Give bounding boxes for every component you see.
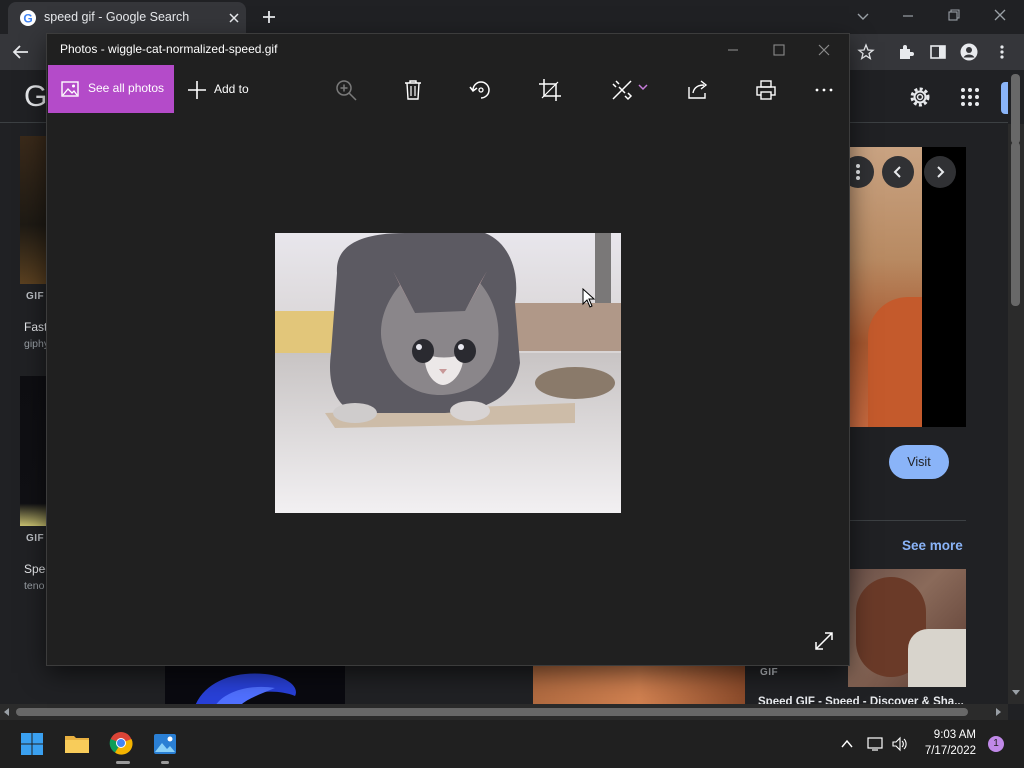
photos-window: Photos - wiggle-cat-normalized-speed.gif… — [47, 34, 849, 665]
horizontal-scroll-thumb[interactable] — [16, 708, 968, 716]
tray-chevron-up-icon[interactable] — [840, 737, 854, 751]
tab-search-icon[interactable] — [855, 8, 871, 24]
related-title[interactable]: Speed GIF - Speed - Discover & Sha... — [758, 696, 964, 704]
photos-maximize-icon[interactable] — [771, 42, 787, 58]
photos-window-title: Photos - wiggle-cat-normalized-speed.gif — [60, 42, 278, 56]
result-source: giphy — [24, 338, 50, 350]
photos-close-icon[interactable] — [816, 42, 832, 58]
clock-time[interactable]: 9:03 AM — [920, 729, 976, 741]
add-to-button[interactable]: Add to — [214, 82, 249, 96]
extensions-puzzle-icon[interactable] — [897, 43, 915, 61]
gif-badge: GIF — [26, 533, 45, 544]
edit-dropdown-chevron-icon[interactable] — [638, 82, 648, 92]
see-all-photos-label: See all photos — [88, 81, 165, 95]
photos-minimize-icon[interactable] — [725, 42, 741, 58]
clock-date[interactable]: 7/17/2022 — [912, 745, 976, 757]
gallery-icon — [61, 80, 79, 98]
visit-button[interactable]: Visit — [889, 445, 949, 479]
zoom-in-icon[interactable] — [334, 78, 358, 102]
result-thumbnail[interactable] — [20, 376, 47, 526]
svg-text:G: G — [23, 12, 32, 26]
settings-gear-icon[interactable] — [908, 85, 932, 109]
see-all-photos-button[interactable]: See all photos — [48, 65, 174, 113]
bookmark-star-icon[interactable] — [857, 43, 875, 61]
apps-grid-icon[interactable] — [960, 87, 980, 107]
new-tab-icon[interactable] — [260, 8, 278, 26]
fullscreen-expand-icon[interactable] — [813, 630, 835, 652]
horizontal-scrollbar[interactable] — [0, 704, 1008, 720]
chrome-icon[interactable] — [109, 731, 133, 755]
network-icon[interactable] — [866, 736, 884, 752]
side-panel-icon[interactable] — [929, 43, 947, 61]
result-thumbnail[interactable] — [165, 666, 345, 704]
preview-prev-icon[interactable] — [882, 156, 914, 188]
add-to-plus-icon[interactable] — [187, 80, 207, 100]
profile-avatar-icon[interactable] — [960, 43, 978, 61]
crop-icon[interactable] — [538, 78, 562, 102]
more-options-icon[interactable] — [812, 78, 836, 102]
result-source: teno — [24, 580, 45, 592]
notification-badge[interactable]: 1 — [988, 736, 1004, 752]
print-icon[interactable] — [754, 78, 778, 102]
vertical-scroll-thumb[interactable] — [1011, 142, 1020, 306]
gif-image[interactable] — [275, 233, 621, 513]
browser-close-icon[interactable] — [992, 7, 1008, 23]
tab-title: speed gif - Google Search — [44, 10, 190, 24]
mouse-cursor-icon — [582, 288, 596, 308]
scroll-right-arrow-icon[interactable] — [996, 708, 1001, 716]
gif-badge: GIF — [26, 291, 45, 302]
google-favicon-icon: G — [20, 10, 36, 26]
browser-tab[interactable]: G speed gif - Google Search — [8, 2, 246, 34]
browser-restore-icon[interactable] — [946, 7, 962, 23]
chrome-active-indicator — [116, 761, 130, 764]
file-explorer-icon[interactable] — [64, 732, 90, 756]
panel-divider — [848, 520, 966, 521]
result-title[interactable]: Fast — [24, 320, 47, 334]
photos-active-indicator — [161, 761, 169, 764]
share-icon[interactable] — [686, 78, 710, 102]
preview-next-icon[interactable] — [924, 156, 956, 188]
google-logo[interactable]: G — [24, 80, 47, 114]
sign-in-button[interactable] — [1001, 82, 1008, 114]
vertical-scrollbar[interactable] — [1008, 124, 1024, 704]
see-more-link[interactable]: See more — [902, 538, 963, 553]
edit-icon[interactable] — [610, 78, 634, 102]
taskbar: 9:03 AM 7/17/2022 1 — [0, 720, 1024, 768]
browser-menu-icon[interactable] — [995, 43, 1009, 61]
browser-minimize-icon[interactable] — [900, 8, 916, 24]
volume-icon[interactable] — [891, 736, 909, 752]
result-thumbnail[interactable] — [20, 136, 47, 284]
rotate-icon[interactable] — [469, 78, 493, 102]
vertical-scroll-thumb-top[interactable] — [1011, 74, 1020, 144]
gif-badge: GIF — [760, 667, 779, 678]
tab-strip: G speed gif - Google Search — [0, 0, 1024, 34]
start-windows-icon[interactable] — [20, 732, 44, 756]
photos-app-icon[interactable] — [153, 732, 177, 756]
scroll-down-arrow-icon[interactable] — [1012, 690, 1020, 695]
tab-close-icon[interactable] — [226, 10, 242, 26]
delete-icon[interactable] — [401, 78, 425, 102]
scroll-left-arrow-icon[interactable] — [4, 708, 9, 716]
preview-image[interactable] — [848, 147, 966, 427]
related-thumbnail[interactable] — [848, 569, 966, 687]
result-thumbnail[interactable] — [533, 666, 745, 704]
back-arrow-icon[interactable] — [12, 43, 30, 61]
